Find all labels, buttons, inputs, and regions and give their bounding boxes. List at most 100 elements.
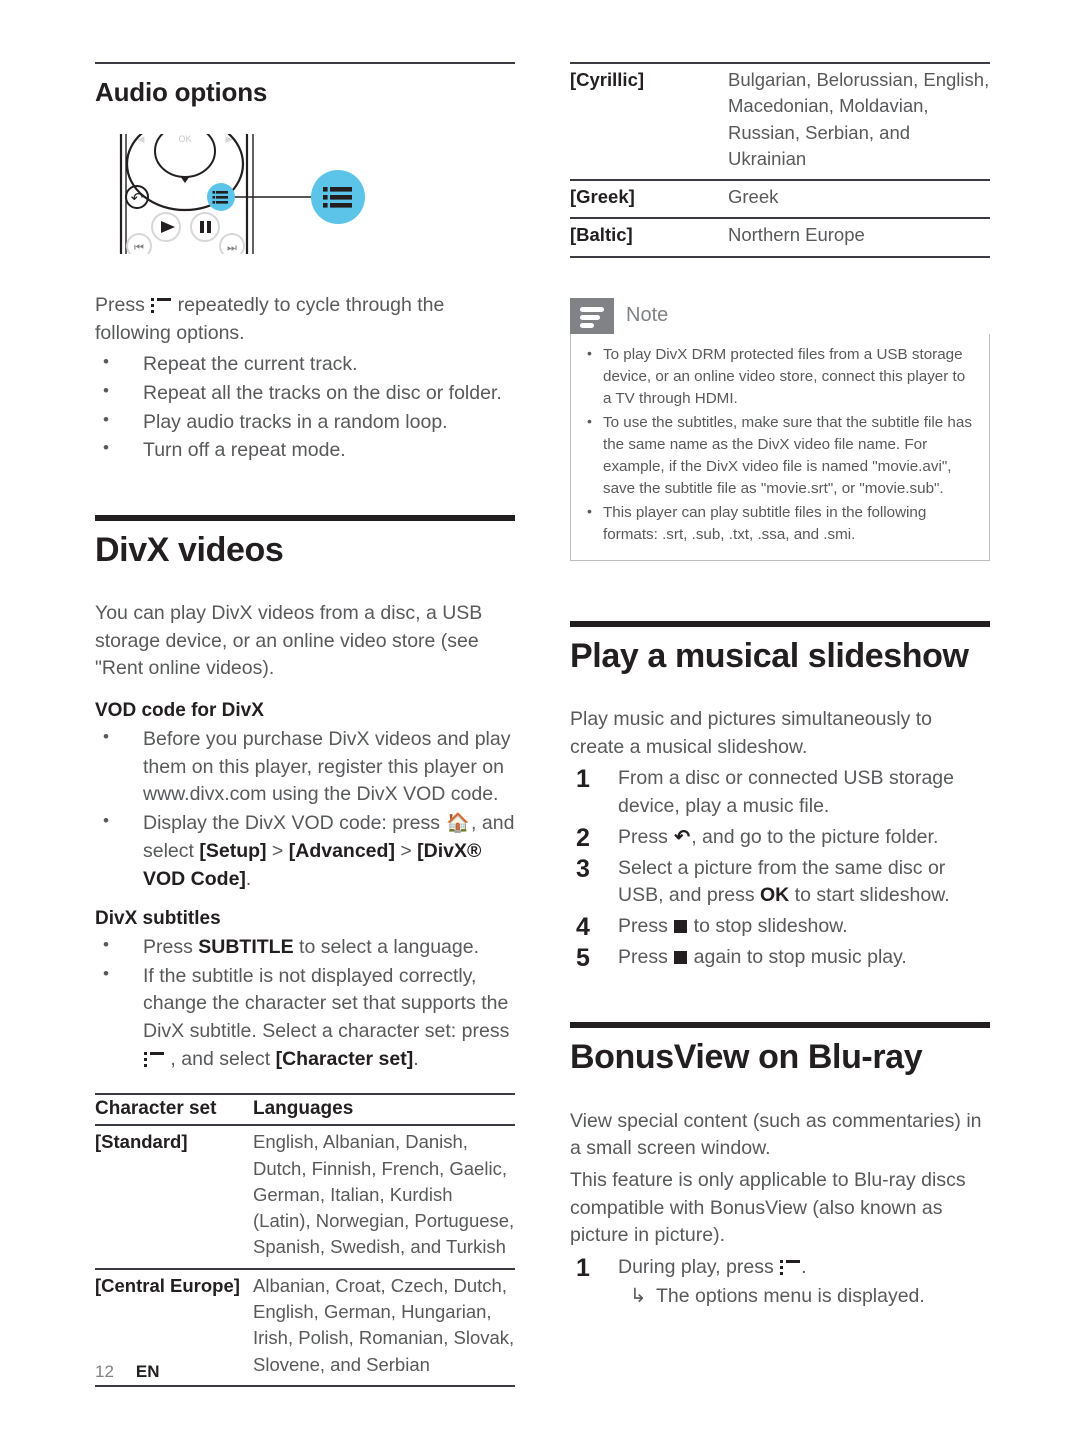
table-row: [Baltic] Northern Europe (570, 218, 990, 258)
divx-subtitles-heading: DivX subtitles (95, 908, 221, 930)
subtitle-button-label: SUBTITLE (198, 935, 294, 958)
step-text-suffix: to start slideshow. (789, 884, 950, 907)
column-header-character-set: Character set (95, 1093, 253, 1127)
advanced-menu-label: [Advanced] (288, 839, 395, 862)
step-text-suffix: again to stop music play. (688, 945, 907, 968)
bonusview-rule (570, 1022, 990, 1029)
step-text-prefix: Press (618, 915, 674, 938)
note-body: To play DivX DRM protected files from a … (570, 333, 990, 561)
divx-videos-heading: DivX videos (95, 531, 284, 570)
charset-languages: Northern Europe (728, 218, 990, 258)
charset-languages: Bulgarian, Belorussian, English, Macedon… (728, 61, 990, 182)
step-number: 1 (576, 765, 590, 794)
step-text-prefix: Press (618, 945, 674, 968)
stop-icon (674, 920, 688, 934)
note-list: To play DivX DRM protected files from a … (581, 343, 975, 546)
step-text-prefix: Press (618, 825, 674, 848)
svg-text:▶: ▶ (226, 134, 233, 144)
list-item: This player can play subtitle files in t… (581, 501, 975, 546)
step-item: 2 Press ↶, and go to the picture folder. (570, 824, 990, 852)
bonusview-heading: BonusView on Blu-ray (570, 1038, 923, 1077)
setup-menu-label: [Setup] (199, 839, 267, 862)
vod-text-prefix: Display the DivX VOD code: press (143, 811, 446, 834)
table-row: [Standard] English, Albanian, Danish, Du… (95, 1125, 515, 1270)
vod-code-list: Before you purchase DivX videos and play… (95, 725, 515, 893)
bonusview-steps: 1 During play, press . ↳ The options menu … (570, 1254, 990, 1310)
musical-slideshow-rule (570, 620, 990, 627)
menu-separator: > (266, 839, 289, 862)
note-lines-icon (570, 297, 614, 334)
charset-key: [Cyrillic] (570, 61, 728, 182)
list-item: Repeat the current track. (95, 350, 515, 379)
step-item: 3 Select a picture from the same disc or … (570, 855, 990, 910)
audio-intro-before: Press (95, 293, 151, 316)
manual-page: Audio options OK ◀ ▶ ↶ ⏮ ⏭ Press repeate… (0, 0, 1080, 1440)
list-item: Repeat all the tracks on the disc or fol… (95, 379, 515, 408)
charset-text-suffix: . (413, 1047, 419, 1070)
audio-options-heading: Audio options (95, 77, 268, 107)
svg-text:◀: ◀ (138, 134, 145, 144)
list-item: To play DivX DRM protected files from a … (581, 343, 975, 410)
options-menu-icon (780, 1259, 801, 1275)
audio-options-list: Repeat the current track. Repeat all the… (95, 350, 515, 465)
step-number: 5 (576, 943, 590, 972)
charset-languages: Albanian, Croat, Czech, Dutch, English, … (253, 1268, 515, 1387)
home-icon: 🏠 (446, 812, 471, 834)
step-text-prefix: During play, press (618, 1255, 780, 1278)
table-row: [Cyrillic] Bulgarian, Belorussian, Engli… (570, 61, 990, 182)
musical-slideshow-steps: 1 From a disc or connected USB storage de… (570, 765, 990, 971)
result-arrow-icon: ↳ (630, 1284, 647, 1307)
right-column: [Cyrillic] Bulgarian, Belorussian, Engli… (570, 61, 990, 1313)
charset-key: [Standard] (95, 1125, 253, 1270)
ok-button-label: OK (759, 884, 790, 907)
step-result-text: The options menu is displayed. (656, 1284, 925, 1307)
note-box: Note To play DivX DRM protected files fr… (570, 297, 990, 561)
step-number: 3 (576, 854, 590, 883)
page-footer: 12 EN (95, 1362, 160, 1382)
list-item: To use the subtitles, make sure that the… (581, 411, 975, 500)
list-item: Display the DivX VOD code: press 🏠, and … (95, 809, 515, 893)
step-item: 1 During play, press . ↳ The options menu … (570, 1254, 990, 1310)
step-number: 1 (576, 1253, 590, 1282)
musical-slideshow-heading: Play a musical slideshow (570, 636, 969, 675)
divx-videos-rule (95, 515, 515, 522)
subtitle-text-prefix: Press (143, 935, 199, 958)
bonusview-paragraph-1: View special content (such as commentari… (570, 1109, 982, 1160)
subtitle-text-suffix: to select a language. (293, 935, 479, 958)
svg-text:⏭: ⏭ (227, 242, 237, 254)
list-item: If the subtitle is not displayed correct… (95, 962, 515, 1074)
step-result: ↳ The options menu is displayed. (618, 1283, 990, 1311)
step-item: 4 Press to stop slideshow. (570, 913, 990, 941)
character-set-table-continued: [Cyrillic] Bulgarian, Belorussian, Engli… (570, 61, 990, 258)
note-header: Note (570, 297, 990, 334)
table-header-row: Character set Languages (95, 1093, 515, 1127)
audio-options-rule (95, 62, 515, 64)
divx-subtitles-list: Press SUBTITLE to select a language. If … (95, 933, 515, 1074)
left-column: Audio options OK ◀ ▶ ↶ ⏮ ⏭ Press repeate… (95, 62, 515, 1387)
vod-code-heading: VOD code for DivX (95, 700, 264, 722)
charset-text-mid: , and select (165, 1047, 276, 1070)
vod-text-suffix: . (245, 867, 252, 890)
charset-key: [Baltic] (570, 218, 728, 258)
charset-key: [Greek] (570, 180, 728, 220)
charset-languages: English, Albanian, Danish, Dutch, Finnis… (253, 1125, 515, 1270)
step-text: From a disc or connected USB storage dev… (618, 767, 954, 818)
step-text-suffix: . (801, 1255, 807, 1278)
note-title: Note (626, 304, 669, 327)
svg-text:⏮: ⏮ (134, 242, 144, 254)
list-item: Before you purchase DivX videos and play… (95, 725, 515, 809)
audio-options-intro: Press repeatedly to cycle through the fo… (95, 292, 515, 347)
character-set-table: Character set Languages [Standard] Engli… (95, 1093, 515, 1387)
charset-text-prefix: If the subtitle is not displayed correct… (143, 964, 510, 1043)
step-item: 1 From a disc or connected USB storage de… (570, 765, 990, 820)
page-number: 12 (95, 1362, 114, 1381)
column-header-languages: Languages (253, 1093, 515, 1127)
back-arrow-icon: ↶ (674, 826, 691, 848)
list-item: Play audio tracks in a random loop. (95, 408, 515, 437)
table-row: [Greek] Greek (570, 180, 990, 220)
bonusview-paragraph-2: This feature is only applicable to Blu-r… (570, 1168, 966, 1247)
charset-languages: Greek (728, 180, 990, 220)
remote-control-illustration: OK ◀ ▶ ↶ ⏮ ⏭ (119, 116, 365, 259)
list-item: Press SUBTITLE to select a language. (95, 933, 515, 962)
menu-separator: > (394, 839, 418, 862)
